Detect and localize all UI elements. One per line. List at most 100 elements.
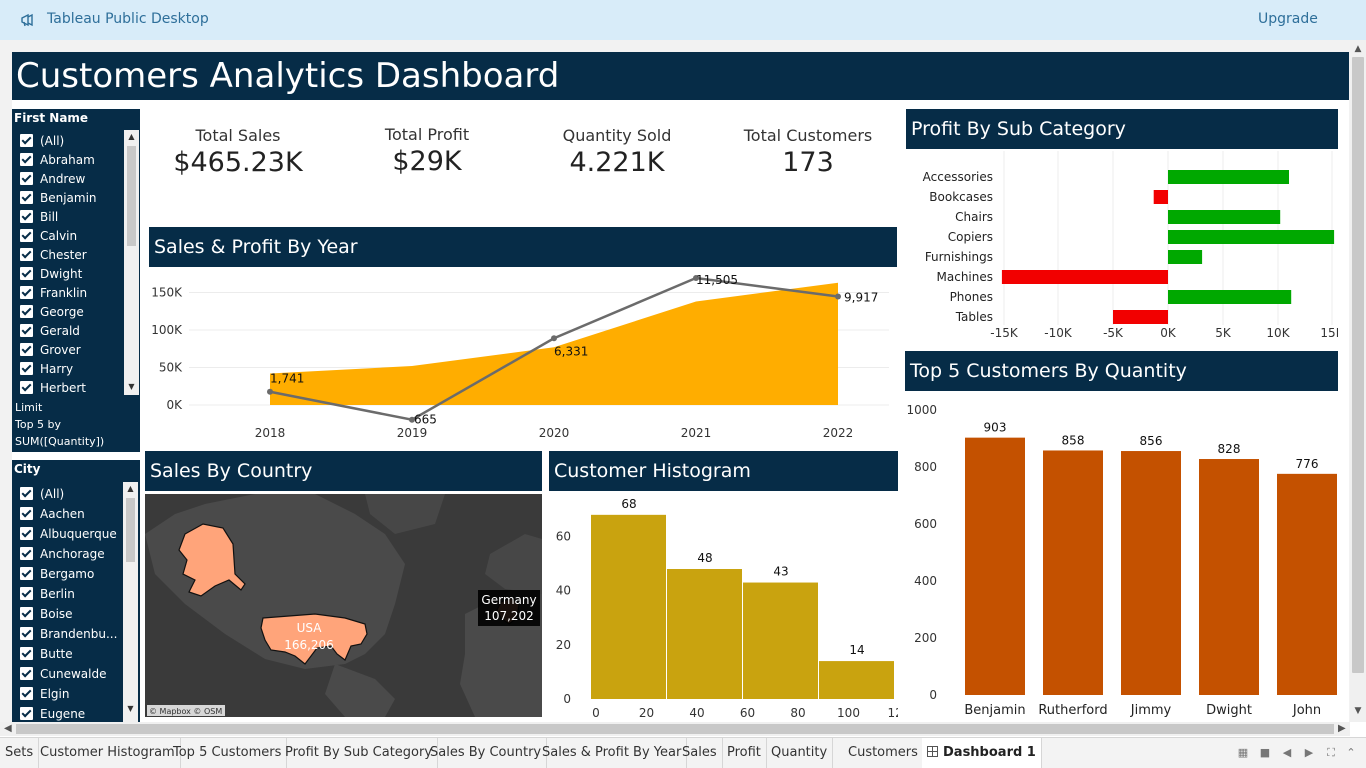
checkbox-checked-icon[interactable] xyxy=(20,687,33,700)
checkbox-checked-icon[interactable] xyxy=(20,267,33,280)
checkbox-checked-icon[interactable] xyxy=(20,324,33,337)
sales-country-map[interactable]: USA 166,206 Germany 107,202 © Mapbox © O… xyxy=(145,494,542,717)
show-tabs-icon[interactable]: ■ xyxy=(1258,746,1272,760)
filter-item[interactable]: Bergamo xyxy=(20,564,94,583)
sheet-tab[interactable]: Top 5 Customers xyxy=(168,738,288,768)
filter-item[interactable]: Benjamin xyxy=(20,188,97,207)
checkbox-checked-icon[interactable] xyxy=(20,527,33,540)
kpi-value: 173 xyxy=(782,147,834,178)
scroll-thumb[interactable] xyxy=(16,724,1334,734)
scroll-down-icon[interactable]: ▼ xyxy=(123,704,138,713)
scroll-up-icon[interactable]: ▲ xyxy=(123,484,138,493)
sheet-tab[interactable]: Dashboard 1 xyxy=(922,738,1042,768)
filter-item[interactable]: Franklin xyxy=(20,283,87,302)
sheet-tab[interactable]: Sales & Profit By Year xyxy=(537,738,688,768)
checkbox-checked-icon[interactable] xyxy=(20,362,33,375)
sheet-tab[interactable]: Quantity xyxy=(766,738,834,768)
app-bar: Tableau Public Desktop Upgrade xyxy=(0,0,1366,40)
city-scrollbar[interactable]: ▲ ▼ xyxy=(123,482,138,722)
sheet-tab[interactable]: Customer Histogram xyxy=(35,738,181,768)
filter-item[interactable]: Boise xyxy=(20,604,73,623)
filter-item[interactable]: Butte xyxy=(20,644,73,663)
checkbox-checked-icon[interactable] xyxy=(20,210,33,223)
checkbox-checked-icon[interactable] xyxy=(20,229,33,242)
sales-profit-year-chart[interactable]: 0K 50K 100K 150K 1,741 665 6,331 11,505 9,917 201… xyxy=(149,267,897,443)
scroll-thumb[interactable] xyxy=(126,498,135,562)
checkbox-checked-icon[interactable] xyxy=(20,487,33,500)
checkbox-checked-icon[interactable] xyxy=(20,587,33,600)
filter-item[interactable]: Grover xyxy=(20,340,81,359)
filter-item[interactable]: Chester xyxy=(20,245,87,264)
checkbox-checked-icon[interactable] xyxy=(20,607,33,620)
checkbox-checked-icon[interactable] xyxy=(20,507,33,520)
filter-item[interactable]: Eugene xyxy=(20,704,85,722)
filter-item[interactable]: Berlin xyxy=(20,584,75,603)
filter-item[interactable]: Harry xyxy=(20,359,73,378)
checkbox-checked-icon[interactable] xyxy=(20,381,33,394)
fullscreen-icon[interactable]: ⛶ xyxy=(1324,746,1338,760)
sheet-tab[interactable]: Sets xyxy=(0,738,40,768)
scroll-up-icon[interactable]: ▲ xyxy=(124,132,139,141)
filter-item[interactable]: Bill xyxy=(20,207,58,226)
collapse-icon[interactable]: ⌃ xyxy=(1344,746,1358,760)
profit-subcategory-chart[interactable]: -15K -10K -5K 0K 5K 10K 15K Accessories Bookcase… xyxy=(906,149,1345,341)
category-label: Copiers xyxy=(948,230,993,244)
checkbox-checked-icon[interactable] xyxy=(20,567,33,580)
filter-item-label: Chester xyxy=(40,247,87,262)
scroll-right-icon[interactable]: ▶ xyxy=(1338,723,1346,734)
sheet-tab[interactable]: Sales xyxy=(677,738,723,768)
scroll-down-icon[interactable]: ▼ xyxy=(124,382,139,391)
histogram-chart[interactable]: 0 20 40 60 68 48 43 14 0 20 40 60 80 100 120 xyxy=(549,494,910,722)
filter-item[interactable]: Elgin xyxy=(20,684,69,703)
upgrade-link[interactable]: Upgrade xyxy=(1258,11,1318,27)
sheet-tab[interactable]: Profit xyxy=(722,738,767,768)
scroll-thumb[interactable] xyxy=(127,146,136,246)
filter-item[interactable]: George xyxy=(20,302,84,321)
filter-item[interactable]: Brandenbu... xyxy=(20,624,117,643)
checkbox-checked-icon[interactable] xyxy=(20,547,33,560)
checkbox-checked-icon[interactable] xyxy=(20,134,33,147)
scroll-thumb[interactable] xyxy=(1352,57,1364,673)
checkbox-checked-icon[interactable] xyxy=(20,707,33,720)
show-filmstrip-icon[interactable]: ▦ xyxy=(1236,746,1250,760)
filter-item[interactable]: Anchorage xyxy=(20,544,105,563)
filter-item[interactable]: (All) xyxy=(20,131,64,150)
checkbox-checked-icon[interactable] xyxy=(20,343,33,356)
first-name-scrollbar[interactable]: ▲ ▼ xyxy=(124,130,139,395)
checkbox-checked-icon[interactable] xyxy=(20,667,33,680)
scroll-up-icon[interactable]: ▲ xyxy=(1353,44,1363,54)
checkbox-checked-icon[interactable] xyxy=(20,153,33,166)
filter-item[interactable]: Albuquerque xyxy=(20,524,117,543)
sheet-tab[interactable]: Profit By Sub Category xyxy=(280,738,439,768)
next-sheet-icon[interactable]: ▶ xyxy=(1302,746,1316,760)
world-map[interactable]: USA 166,206 Germany 107,202 © Mapbox © O… xyxy=(145,494,542,717)
top5-customers-chart[interactable]: 0 200 400 600 800 1000 903 Benjamin 858 Rutherfor… xyxy=(905,397,1338,722)
checkbox-checked-icon[interactable] xyxy=(20,172,33,185)
previous-sheet-icon[interactable]: ◀ xyxy=(1280,746,1294,760)
horizontal-scrollbar[interactable]: ◀ ▶ xyxy=(0,722,1350,736)
checkbox-checked-icon[interactable] xyxy=(20,647,33,660)
dashboard: Customers Analytics Dashboard First Name… xyxy=(12,52,1349,722)
scroll-down-icon[interactable]: ▼ xyxy=(1353,706,1363,716)
sheet-tab[interactable]: Sales By Country xyxy=(425,738,548,768)
checkbox-checked-icon[interactable] xyxy=(20,286,33,299)
x-tick-label: 5K xyxy=(1215,326,1232,340)
checkbox-checked-icon[interactable] xyxy=(20,191,33,204)
filter-item[interactable]: (All) xyxy=(20,484,64,503)
filter-item[interactable]: Dwight xyxy=(20,264,82,283)
checkbox-checked-icon[interactable] xyxy=(20,248,33,261)
filter-item[interactable]: Aachen xyxy=(20,504,85,523)
filter-item[interactable]: Calvin xyxy=(20,226,77,245)
filter-item[interactable]: Herbert xyxy=(20,378,86,397)
filter-item[interactable]: Gerald xyxy=(20,321,80,340)
vertical-scrollbar[interactable]: ▲ ▼ xyxy=(1350,40,1366,722)
sheet-tab[interactable]: Customers xyxy=(843,738,924,768)
checkbox-checked-icon[interactable] xyxy=(20,305,33,318)
checkbox-checked-icon[interactable] xyxy=(20,627,33,640)
filter-item[interactable]: Abraham xyxy=(20,150,95,169)
scroll-left-icon[interactable]: ◀ xyxy=(4,723,12,734)
filter-item[interactable]: Cunewalde xyxy=(20,664,106,683)
filter-item[interactable]: Andrew xyxy=(20,169,85,188)
y-tick-label: 150K xyxy=(151,286,183,300)
kpi-label: Total Sales xyxy=(195,126,281,145)
